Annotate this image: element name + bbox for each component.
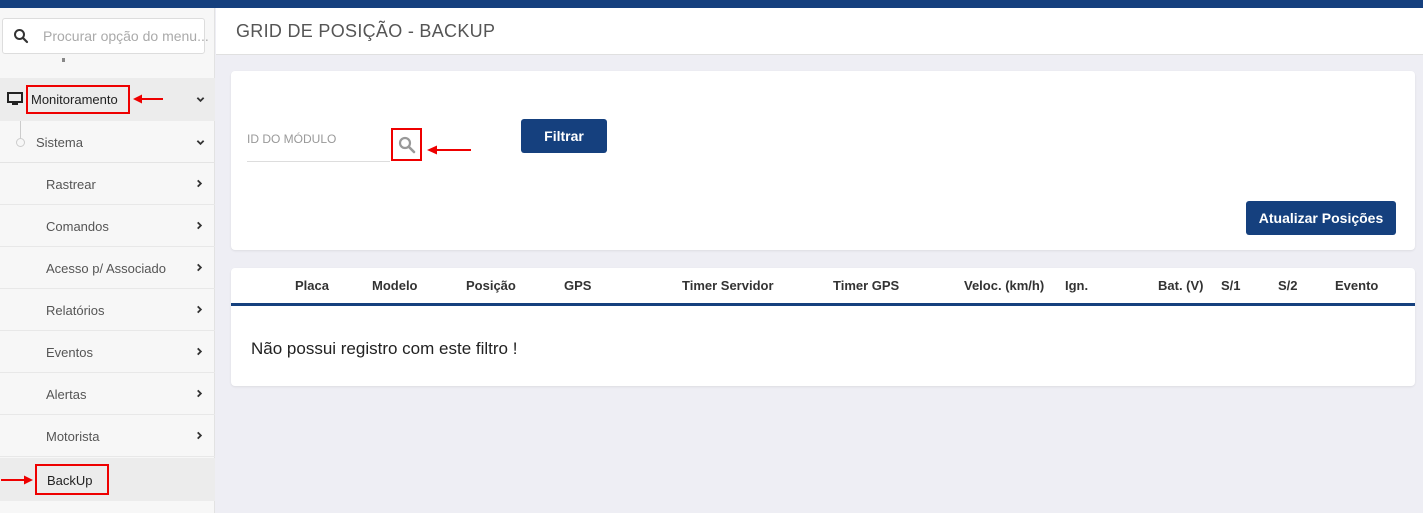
sidebar-item-motorista[interactable]: Motorista <box>0 415 215 457</box>
module-id-field[interactable]: ID DO MÓDULO <box>247 132 336 146</box>
column-header-placa[interactable]: Placa <box>295 278 329 293</box>
filter-button[interactable]: Filtrar <box>521 119 607 153</box>
sidebar-item-label: Relatórios <box>46 303 105 318</box>
menu-search-input[interactable]: Procurar opção do menu... <box>43 28 209 44</box>
sidebar-item-label: Monitoramento <box>26 85 130 114</box>
tree-node-dot <box>16 138 25 147</box>
chevron-right-icon <box>197 347 203 356</box>
column-header-velocidade[interactable]: Veloc. (km/h) <box>964 278 1044 293</box>
chevron-right-icon <box>197 263 203 272</box>
results-table: Placa Modelo Posição GPS Timer Servidor … <box>231 268 1415 386</box>
sidebar-item-label: Rastrear <box>46 177 96 192</box>
chevron-right-icon <box>197 221 203 230</box>
chevron-down-icon <box>196 97 205 103</box>
sidebar-item-label: Motorista <box>46 429 100 444</box>
sidebar-item-label: Acesso p/ Associado <box>46 261 166 276</box>
top-bar <box>0 0 1423 8</box>
column-header-bateria[interactable]: Bat. (V) <box>1158 278 1204 293</box>
sidebar-item-eventos[interactable]: Eventos <box>0 331 215 373</box>
column-header-modelo[interactable]: Modelo <box>372 278 418 293</box>
search-icon <box>398 136 416 154</box>
update-positions-button[interactable]: Atualizar Posições <box>1246 201 1396 235</box>
page-header: GRID DE POSIÇÃO - BACKUP <box>216 8 1423 55</box>
sidebar-item-backup[interactable]: BackUp <box>0 458 215 501</box>
empty-state-message: Não possui registro com este filtro ! <box>251 339 518 358</box>
arrow-icon <box>1 475 33 485</box>
sidebar-item-label: BackUp <box>35 464 109 495</box>
sidebar-item-label: Alertas <box>46 387 87 402</box>
column-header-s2[interactable]: S/2 <box>1278 278 1298 293</box>
scroll-fragment <box>62 58 65 62</box>
column-header-gps[interactable]: GPS <box>564 278 591 293</box>
field-underline <box>247 161 390 162</box>
sidebar-item-acesso-associado[interactable]: Acesso p/ Associado <box>0 247 215 289</box>
search-icon <box>14 29 29 44</box>
column-header-timer-gps[interactable]: Timer GPS <box>833 278 899 293</box>
monitor-icon <box>7 92 23 105</box>
column-header-ignicao[interactable]: Ign. <box>1065 278 1088 293</box>
column-header-evento[interactable]: Evento <box>1335 278 1378 293</box>
column-header-s1[interactable]: S/1 <box>1221 278 1241 293</box>
chevron-right-icon <box>197 431 203 440</box>
arrow-icon <box>133 94 163 104</box>
module-search-button[interactable] <box>391 128 422 161</box>
chevron-right-icon <box>197 389 203 398</box>
table-header: Placa Modelo Posição GPS Timer Servidor … <box>231 268 1415 306</box>
sidebar: Procurar opção do menu... Monitoramento … <box>0 8 215 513</box>
sidebar-item-label: Eventos <box>46 345 93 360</box>
column-header-timer-servidor[interactable]: Timer Servidor <box>682 278 774 293</box>
arrow-icon <box>427 145 471 155</box>
filter-card: ID DO MÓDULO Filtrar Atualizar Posições <box>231 71 1415 250</box>
sidebar-item-rastrear[interactable]: Rastrear <box>0 163 215 205</box>
sidebar-item-relatorios[interactable]: Relatórios <box>0 289 215 331</box>
column-header-posicao[interactable]: Posição <box>466 278 516 293</box>
sidebar-item-sistema[interactable]: Sistema <box>0 121 215 163</box>
sidebar-item-label: Sistema <box>36 135 83 150</box>
chevron-down-icon <box>196 140 205 146</box>
sidebar-item-label: Comandos <box>46 219 109 234</box>
chevron-right-icon <box>197 179 203 188</box>
sidebar-item-alertas[interactable]: Alertas <box>0 373 215 415</box>
menu-search-box[interactable]: Procurar opção do menu... <box>2 18 209 54</box>
chevron-right-icon <box>197 305 203 314</box>
sidebar-item-monitoramento[interactable]: Monitoramento <box>0 78 215 121</box>
page-title: GRID DE POSIÇÃO - BACKUP <box>236 21 496 41</box>
sidebar-item-comandos[interactable]: Comandos <box>0 205 215 247</box>
